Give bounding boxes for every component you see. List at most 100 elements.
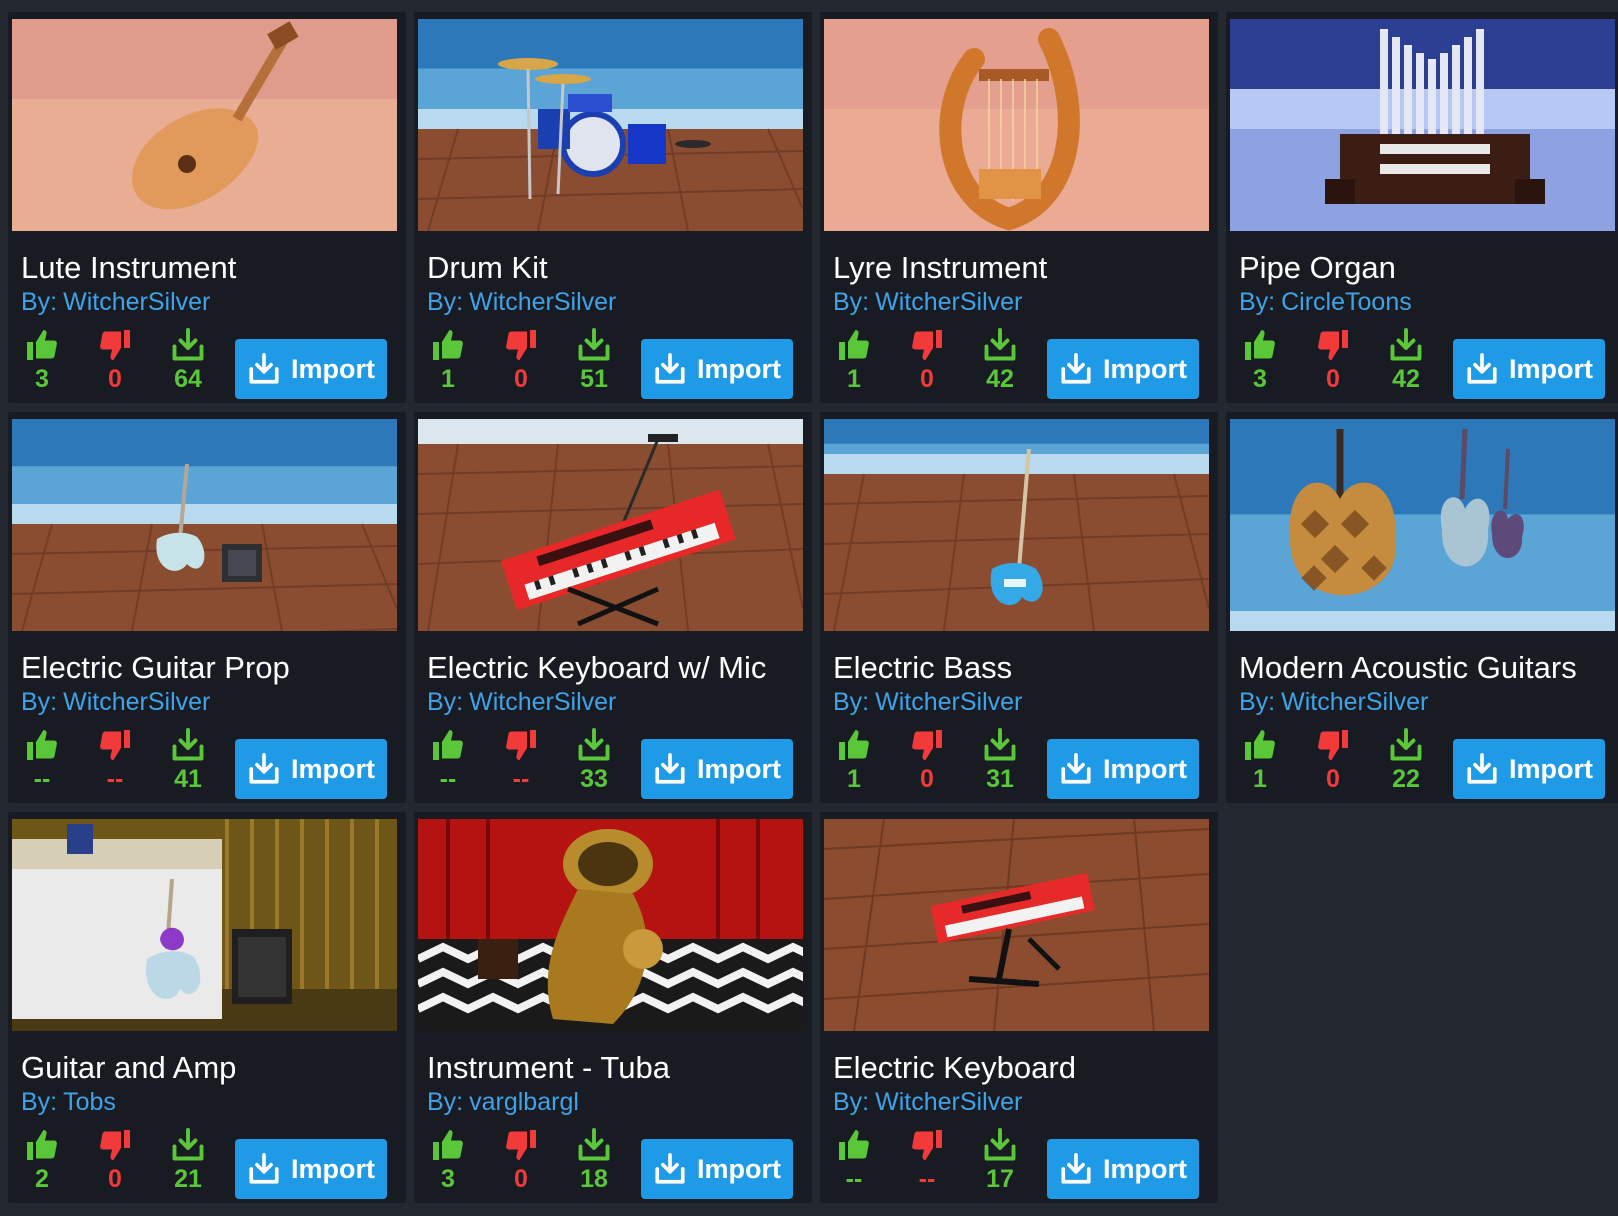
asset-card[interactable]: Lyre Instrument By: WitcherSilver 1 0 42 … [820,12,1218,403]
thumbs-down-icon[interactable] [1315,327,1351,363]
thumbs-down-icon[interactable] [909,1127,945,1163]
thumbs-down-icon[interactable] [503,327,539,363]
guitar-amp-thumbnail[interactable] [12,819,397,1031]
asset-card[interactable]: Instrument - Tuba By: varglbargl 3 0 18 I… [414,812,812,1203]
like-stat[interactable]: -- [14,727,70,794]
asset-title[interactable]: Lute Instrument [21,250,236,286]
asset-title[interactable]: Lyre Instrument [833,250,1047,286]
thumbs-up-icon[interactable] [24,327,60,363]
asset-card[interactable]: Electric Bass By: WitcherSilver 1 0 31 Im… [820,412,1218,803]
author-name[interactable]: WitcherSilver [469,288,616,316]
import-button[interactable]: Import [235,339,387,399]
asset-author[interactable]: By: WitcherSilver [427,688,616,717]
thumbs-down-icon[interactable] [909,727,945,763]
asset-card[interactable]: Modern Acoustic Guitars By: WitcherSilver… [1226,412,1618,803]
pipe-organ-thumbnail[interactable] [1230,19,1615,231]
import-button[interactable]: Import [235,739,387,799]
asset-author[interactable]: By: WitcherSilver [833,1088,1022,1117]
like-stat[interactable]: 1 [826,727,882,794]
asset-title[interactable]: Electric Bass [833,650,1012,686]
asset-title[interactable]: Drum Kit [427,250,548,286]
dislike-stat[interactable]: 0 [87,1127,143,1194]
author-name[interactable]: Tobs [63,1088,116,1116]
like-stat[interactable]: 2 [14,1127,70,1194]
thumbs-up-icon[interactable] [24,1127,60,1163]
asset-author[interactable]: By: WitcherSilver [833,688,1022,717]
dislike-stat[interactable]: 0 [899,327,955,394]
asset-author[interactable]: By: varglbargl [427,1088,579,1117]
like-stat[interactable]: 1 [1232,727,1288,794]
electric-bass-thumbnail[interactable] [824,419,1209,631]
asset-title[interactable]: Electric Guitar Prop [21,650,290,686]
dislike-stat[interactable]: 0 [493,327,549,394]
asset-title[interactable]: Electric Keyboard [833,1050,1076,1086]
lute-thumbnail[interactable] [12,19,397,231]
asset-card[interactable]: Lute Instrument By: WitcherSilver 3 0 64 … [8,12,406,403]
asset-card[interactable]: Guitar and Amp By: Tobs 2 0 21 Import [8,812,406,1203]
asset-author[interactable]: By: Tobs [21,1088,116,1117]
import-button[interactable]: Import [1047,739,1199,799]
electric-keyboard-thumbnail[interactable] [824,819,1209,1031]
asset-card[interactable]: Pipe Organ By: CircleToons 3 0 42 Import [1226,12,1618,403]
dislike-stat[interactable]: 0 [1305,727,1361,794]
thumbs-up-icon[interactable] [1242,727,1278,763]
asset-card[interactable]: Electric Keyboard By: WitcherSilver -- --… [820,812,1218,1203]
asset-title[interactable]: Instrument - Tuba [427,1050,670,1086]
import-button[interactable]: Import [1047,1139,1199,1199]
dislike-stat[interactable]: 0 [493,1127,549,1194]
import-button[interactable]: Import [641,339,793,399]
import-button[interactable]: Import [235,1139,387,1199]
author-name[interactable]: WitcherSilver [63,688,210,716]
author-name[interactable]: WitcherSilver [875,1088,1022,1116]
like-stat[interactable]: 3 [14,327,70,394]
acoustic-guitars-thumbnail[interactable] [1230,419,1615,631]
thumbs-down-icon[interactable] [97,727,133,763]
thumbs-up-icon[interactable] [836,1127,872,1163]
asset-author[interactable]: By: WitcherSilver [427,288,616,317]
dislike-stat[interactable]: 0 [87,327,143,394]
keyboard-mic-thumbnail[interactable] [418,419,803,631]
author-name[interactable]: CircleToons [1281,288,1412,316]
thumbs-down-icon[interactable] [503,727,539,763]
dislike-stat[interactable]: -- [493,727,549,794]
asset-author[interactable]: By: WitcherSilver [21,688,210,717]
thumbs-down-icon[interactable] [909,327,945,363]
import-button[interactable]: Import [1047,339,1199,399]
import-button[interactable]: Import [641,739,793,799]
dislike-stat[interactable]: 0 [899,727,955,794]
dislike-stat[interactable]: 0 [1305,327,1361,394]
drum-kit-thumbnail[interactable] [418,19,803,231]
electric-guitar-thumbnail[interactable] [12,419,397,631]
tuba-thumbnail[interactable] [418,819,803,1031]
thumbs-up-icon[interactable] [836,727,872,763]
asset-author[interactable]: By: WitcherSilver [833,288,1022,317]
import-button[interactable]: Import [1453,339,1605,399]
thumbs-down-icon[interactable] [97,1127,133,1163]
like-stat[interactable]: 3 [1232,327,1288,394]
author-name[interactable]: WitcherSilver [875,688,1022,716]
like-stat[interactable]: 1 [826,327,882,394]
lyre-thumbnail[interactable] [824,19,1209,231]
asset-title[interactable]: Electric Keyboard w/ Mic [427,650,766,686]
author-name[interactable]: varglbargl [469,1088,579,1116]
asset-title[interactable]: Modern Acoustic Guitars [1239,650,1577,686]
author-name[interactable]: WitcherSilver [1281,688,1428,716]
asset-title[interactable]: Guitar and Amp [21,1050,236,1086]
import-button[interactable]: Import [1453,739,1605,799]
thumbs-up-icon[interactable] [24,727,60,763]
asset-card[interactable]: Electric Keyboard w/ Mic By: WitcherSilve… [414,412,812,803]
import-button[interactable]: Import [641,1139,793,1199]
author-name[interactable]: WitcherSilver [469,688,616,716]
like-stat[interactable]: 3 [420,1127,476,1194]
author-name[interactable]: WitcherSilver [63,288,210,316]
thumbs-down-icon[interactable] [97,327,133,363]
thumbs-up-icon[interactable] [430,727,466,763]
like-stat[interactable]: -- [826,1127,882,1194]
asset-title[interactable]: Pipe Organ [1239,250,1396,286]
thumbs-down-icon[interactable] [1315,727,1351,763]
thumbs-up-icon[interactable] [430,1127,466,1163]
dislike-stat[interactable]: -- [87,727,143,794]
thumbs-down-icon[interactable] [503,1127,539,1163]
thumbs-up-icon[interactable] [430,327,466,363]
like-stat[interactable]: -- [420,727,476,794]
